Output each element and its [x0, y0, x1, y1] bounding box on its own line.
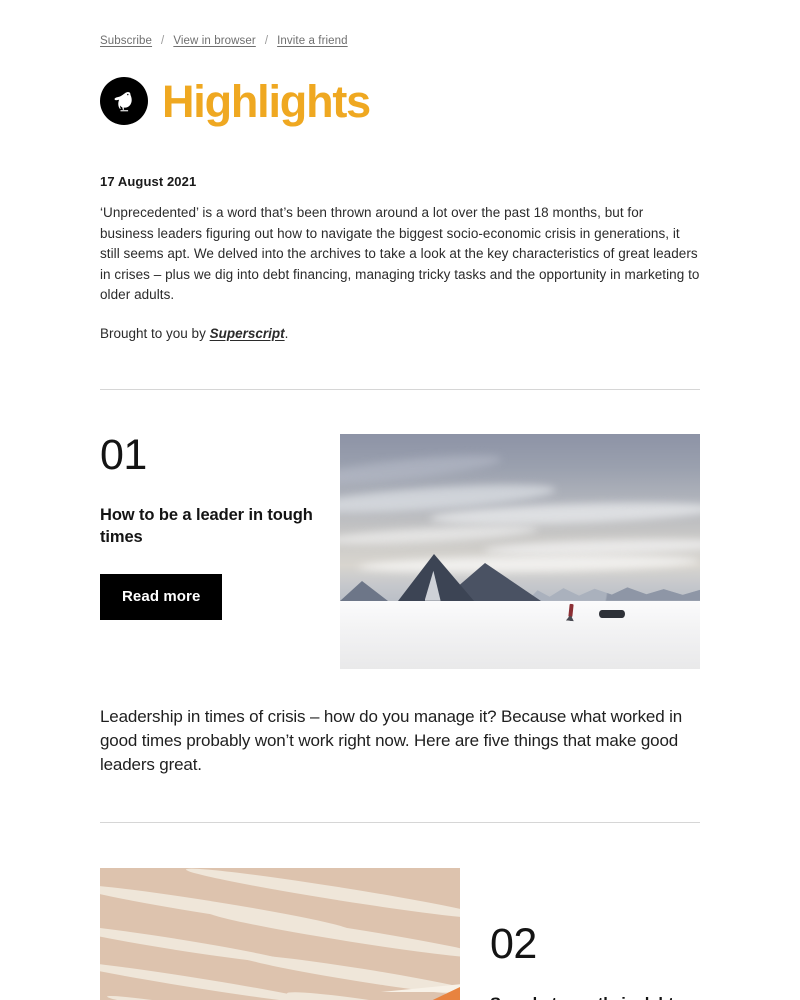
issue-date: 17 August 2021 [100, 174, 197, 189]
article-02-headline: So, what exactly is debt financing? [490, 994, 700, 1000]
sponsor-prefix: Brought to you by [100, 325, 210, 341]
divider-middle [100, 822, 700, 824]
preheader-separator-2: / [264, 35, 269, 47]
pigeon-icon [100, 77, 148, 125]
sponsor-line: Brought to you by Superscript. [100, 324, 700, 344]
email-content-column: Subscribe / View in browser / Invite a f… [100, 0, 700, 1000]
article-02-number: 02 [490, 920, 537, 969]
preheader-nav: Subscribe / View in browser / Invite a f… [100, 33, 700, 49]
explorer-figure [567, 603, 574, 618]
article-01-blurb: Leadership in times of crisis – how do y… [100, 706, 683, 775]
brand-wordmark: Highlights [162, 75, 371, 127]
snowfield [340, 600, 700, 669]
preheader-separator-1: / [161, 35, 165, 47]
far-mountain [340, 580, 388, 601]
article-01-headline: How to be a leader in tough times [100, 505, 313, 546]
arctic-expedition-photo[interactable] [340, 433, 700, 669]
invite-a-friend-link[interactable]: Invite a friend [277, 35, 348, 47]
sled [599, 610, 626, 619]
article-01-text: 01 How to be a leader in tough times Rea… [100, 430, 340, 621]
sponsor-link[interactable]: Superscript [210, 326, 285, 341]
email-body: Subscribe / View in browser / Invite a f… [0, 0, 800, 1000]
divider-top [100, 388, 700, 390]
article-02-text: 02 So, what exactly is debt financing? [490, 868, 700, 1000]
subscribe-link[interactable]: Subscribe [100, 35, 152, 47]
article-01-number: 01 [100, 430, 147, 479]
brand-logo[interactable]: Highlights [100, 75, 700, 127]
article-02: 02 So, what exactly is debt financing? [100, 868, 700, 1000]
article-01: 01 How to be a leader in tough times Rea… [100, 430, 700, 669]
intro-paragraph: ‘Unprecedented’ is a word that’s been th… [100, 205, 700, 303]
article-01-read-more-button[interactable]: Read more [100, 574, 223, 621]
garden-illustration[interactable] [100, 868, 460, 1000]
view-in-browser-link[interactable]: View in browser [173, 35, 255, 47]
article-01-media[interactable] [340, 433, 700, 669]
sponsor-suffix: . [284, 325, 289, 341]
